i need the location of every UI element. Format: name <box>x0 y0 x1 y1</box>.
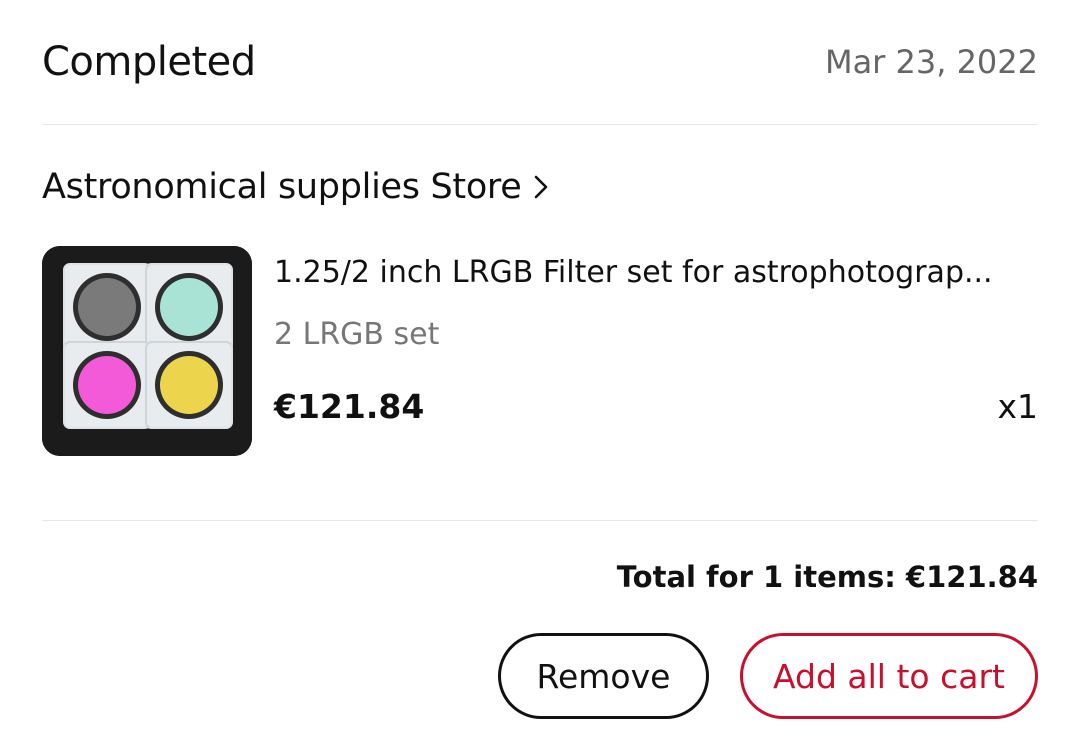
product-price: €121.84 <box>274 387 425 426</box>
product-variant: 2 LRGB set <box>274 317 440 352</box>
divider <box>42 520 1038 521</box>
divider <box>42 124 1038 125</box>
product-thumbnail[interactable] <box>42 246 252 456</box>
order-date: Mar 23, 2022 <box>824 43 1038 81</box>
product-title[interactable]: 1.25/2 inch LRGB Filter set for astropho… <box>274 252 1034 294</box>
store-name: Astronomical supplies Store <box>42 167 522 207</box>
chevron-right-icon <box>532 172 554 202</box>
order-card: Completed Mar 23, 2022 Astronomical supp… <box>0 0 1080 748</box>
product-quantity: x1 <box>997 387 1038 426</box>
order-status: Completed <box>42 39 256 85</box>
order-header: Completed Mar 23, 2022 <box>42 36 1038 88</box>
order-total: Total for 1 items: €121.84 <box>616 560 1038 594</box>
store-link[interactable]: Astronomical supplies Store <box>42 164 554 210</box>
add-all-to-cart-button[interactable]: Add all to cart <box>740 633 1038 719</box>
remove-button[interactable]: Remove <box>498 633 709 719</box>
